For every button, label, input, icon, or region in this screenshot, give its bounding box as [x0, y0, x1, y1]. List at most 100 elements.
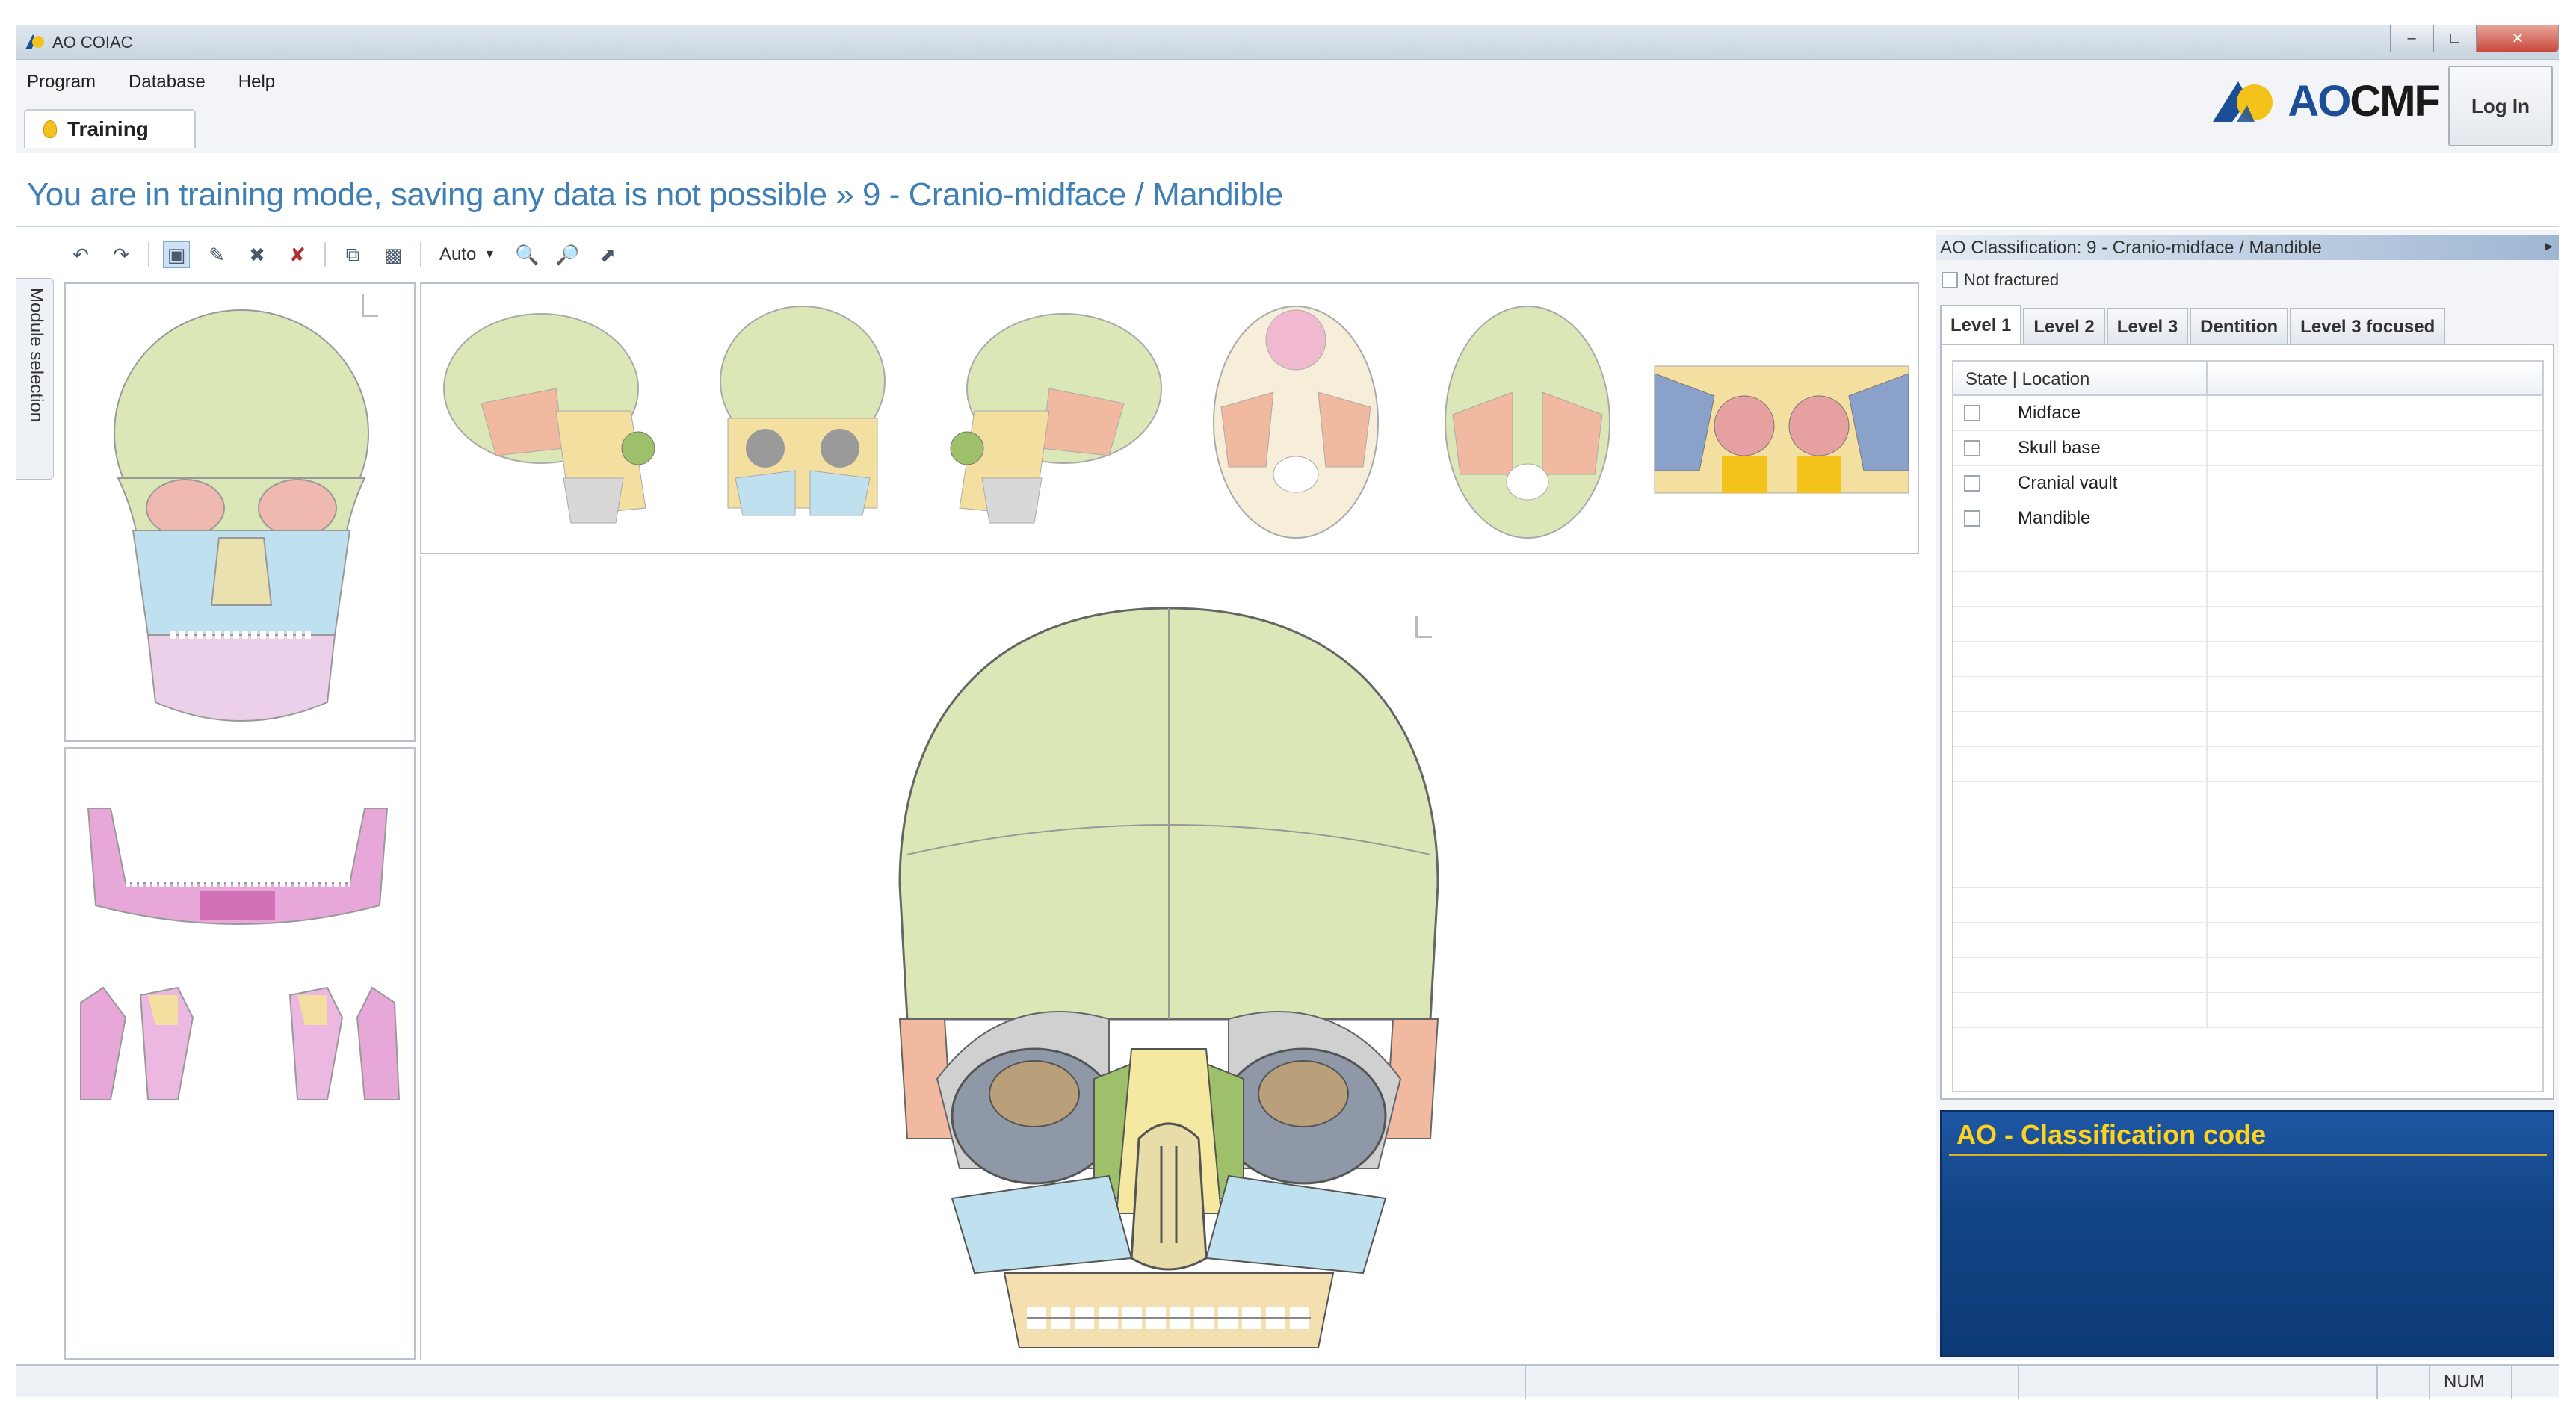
pointer-icon[interactable]: ⬈: [594, 241, 621, 268]
midface-checkbox[interactable]: [1964, 405, 1980, 421]
row-cell: [1953, 852, 2208, 887]
view-lateral-right[interactable]: [945, 299, 1169, 538]
row-cell: [1953, 536, 2208, 571]
menu-database[interactable]: Database: [129, 72, 206, 93]
view-frontal[interactable]: [713, 299, 892, 538]
empty-row: [1953, 572, 2542, 607]
zoom-mode-value: Auto: [439, 244, 477, 264]
zoom-out-icon[interactable]: 🔎: [554, 241, 581, 268]
empty-row: [1953, 607, 2542, 642]
minimize-button[interactable]: –: [2390, 25, 2433, 52]
drawing-toolbar: ↶ ↷ ▣ ✎ ✖ ✘ ⧉ ▩ Auto ▼ 🔍 🔎 ⬈: [67, 238, 621, 272]
mandible-top-view[interactable]: [66, 793, 414, 943]
tab-level-3-focused[interactable]: Level 3 focused: [2290, 308, 2446, 345]
not-fractured-checkbox[interactable]: [1942, 272, 1958, 288]
empty-row: [1953, 958, 2542, 993]
app-logo-icon: [25, 34, 44, 49]
main-drawing-canvas[interactable]: [420, 556, 1919, 1360]
close-button[interactable]: ✕: [2477, 25, 2559, 52]
location-label-mandible: Mandible: [2018, 508, 2091, 528]
location-row-mandible[interactable]: Mandible: [1953, 501, 2542, 536]
row-cell: [1953, 607, 2208, 641]
row-cell: Mandible: [1953, 501, 2208, 536]
row-cell: [1953, 817, 2208, 852]
location-label-cranial-vault: Cranial vault: [2018, 473, 2118, 493]
tab-dentition[interactable]: Dentition: [2190, 308, 2289, 345]
skull-base-checkbox[interactable]: [1964, 440, 1980, 456]
empty-row: [1953, 642, 2542, 677]
zoom-mode-select[interactable]: Auto ▼: [435, 244, 500, 265]
empty-row: [1953, 852, 2542, 888]
location-row-skull-base[interactable]: Skull base: [1953, 431, 2542, 466]
chevron-down-icon: ▼: [484, 248, 496, 261]
location-grid: State | Location Midface Skull base Cran…: [1952, 360, 2544, 1092]
ao-cmf-logo: AOCMF: [2210, 76, 2441, 126]
copy-icon[interactable]: ⧉: [339, 241, 366, 268]
empty-row: [1953, 993, 2542, 1028]
empty-row: [1953, 677, 2542, 712]
classification-header: AO Classification: 9 - Cranio-midface / …: [1936, 235, 2559, 260]
view-orbits-detail[interactable]: [1647, 351, 1916, 501]
row-cell: [1953, 782, 2208, 817]
toolbar-separator: [324, 242, 326, 267]
not-fractured-option[interactable]: Not fractured: [1942, 270, 2059, 290]
mandible-checkbox[interactable]: [1964, 510, 1980, 527]
location-row-cranial-vault[interactable]: Cranial vault: [1953, 466, 2542, 501]
zoom-in-icon[interactable]: 🔍: [513, 241, 540, 268]
classification-code-title: AO - Classification code: [1956, 1119, 2267, 1150]
code-divider: [1949, 1154, 2547, 1156]
status-cell: [2019, 1366, 2378, 1399]
menu-program[interactable]: Program: [27, 72, 96, 93]
skull-front-thumbnail[interactable]: [66, 284, 414, 740]
tab-training-label: Training: [67, 117, 149, 140]
menu-bar: Program Database Help: [27, 72, 275, 93]
view-lateral-left[interactable]: [436, 299, 661, 538]
logo-wordmark: AOCMF: [2288, 76, 2441, 126]
status-cell: [2378, 1366, 2430, 1399]
grid-header-state-location: State | Location: [1953, 362, 2208, 394]
select-tool-icon[interactable]: ▣: [163, 241, 190, 268]
delete-line-icon[interactable]: ✘: [284, 241, 311, 268]
mandible-ramus-views[interactable]: [66, 973, 414, 1122]
empty-row: [1953, 888, 2542, 923]
not-fractured-label: Not fractured: [1964, 270, 2060, 289]
mandible-views-panel[interactable]: [64, 747, 416, 1360]
skull-overview-panel[interactable]: [64, 282, 416, 742]
undo-icon[interactable]: ↶: [67, 241, 94, 268]
banner-divider: [16, 226, 2559, 227]
view-skull-base-superior[interactable]: [1438, 295, 1617, 542]
redo-icon[interactable]: ↷: [108, 241, 135, 268]
window-controls: – □ ✕: [2390, 25, 2559, 55]
module-selection-tab[interactable]: Module selection: [16, 278, 54, 480]
location-row-midface[interactable]: Midface: [1953, 396, 2542, 431]
tab-level-3[interactable]: Level 3: [2106, 308, 2189, 345]
row-cell: Skull base: [1953, 431, 2208, 465]
status-cell-main: [16, 1366, 1526, 1399]
row-cell: [1953, 572, 2208, 606]
tab-level-2[interactable]: Level 2: [2023, 308, 2105, 345]
login-button[interactable]: Log In: [2448, 66, 2553, 146]
row-cell: [1953, 958, 2208, 992]
empty-row: [1953, 536, 2542, 572]
toolbar-separator: [148, 242, 149, 267]
tab-training[interactable]: Training: [24, 109, 196, 148]
left-marker: [362, 294, 378, 317]
status-bar: NUM: [16, 1364, 2559, 1399]
app-header: Program Database Help Training AOCMF Log…: [16, 60, 2559, 153]
menu-help[interactable]: Help: [238, 72, 275, 93]
draw-line-icon[interactable]: ✎: [203, 241, 230, 268]
view-skull-base-inferior[interactable]: [1206, 295, 1386, 542]
status-cell: [1526, 1366, 2019, 1399]
cranial-vault-checkbox[interactable]: [1964, 475, 1980, 492]
tab-level-1[interactable]: Level 1: [1940, 305, 2022, 345]
classification-pane: AO Classification: 9 - Cranio-midface / …: [1936, 230, 2559, 1360]
skull-frontal-main[interactable]: [885, 601, 1453, 1355]
window-title: AO COIAC: [52, 33, 133, 52]
cut-icon[interactable]: ✖: [244, 241, 271, 268]
chevron-right-icon[interactable]: ▸: [2545, 236, 2553, 256]
location-label-midface: Midface: [2018, 403, 2081, 423]
paste-icon[interactable]: ▩: [380, 241, 407, 268]
maximize-button[interactable]: □: [2433, 25, 2477, 52]
window-titlebar: AO COIAC – □ ✕: [16, 25, 2559, 60]
row-cell: [1953, 642, 2208, 676]
